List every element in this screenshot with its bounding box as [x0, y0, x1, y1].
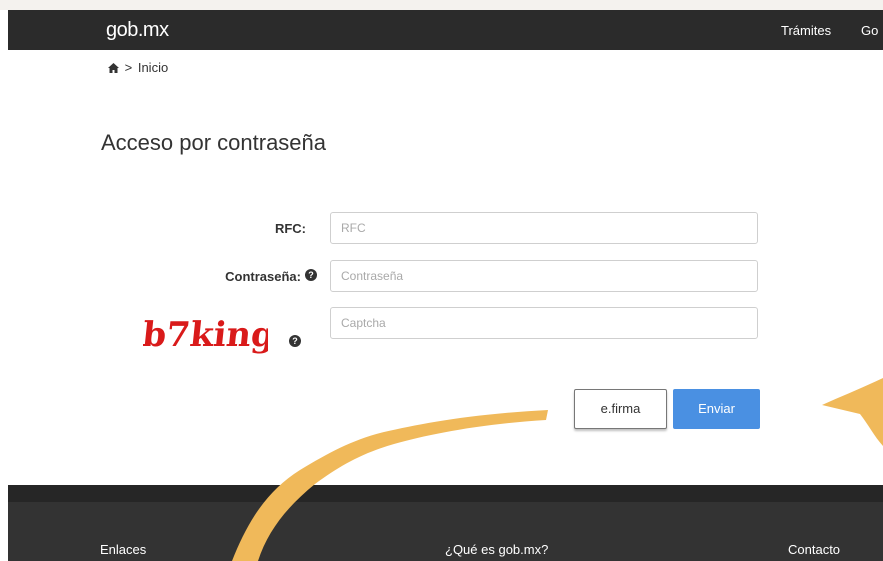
brand-logo[interactable]: gob.mx: [106, 19, 169, 42]
rfc-input[interactable]: [330, 212, 758, 244]
password-help-icon[interactable]: ?: [305, 269, 317, 281]
breadcrumb: > Inicio: [108, 60, 168, 75]
home-icon[interactable]: [108, 63, 119, 73]
efirma-button[interactable]: e.firma: [574, 389, 667, 429]
password-label: Contraseña:: [225, 269, 301, 284]
rfc-label: RFC:: [274, 221, 306, 236]
nav-link-tramites[interactable]: Trámites: [781, 23, 831, 38]
captcha-text: b7king: [143, 315, 268, 355]
footer-contacto[interactable]: Contacto: [788, 542, 840, 557]
main-content: > Inicio Acceso por contraseña RFC: Cont…: [8, 50, 883, 485]
breadcrumb-separator: >: [124, 60, 133, 75]
footer: Enlaces ¿Qué es gob.mx? Contacto: [8, 502, 883, 561]
page-title: Acceso por contraseña: [101, 130, 327, 155]
captcha-image: b7king: [143, 315, 268, 355]
frame-border: [0, 0, 883, 10]
captcha-help-icon[interactable]: ?: [289, 335, 301, 347]
captcha-input[interactable]: [330, 307, 758, 339]
breadcrumb-current[interactable]: Inicio: [138, 60, 168, 75]
nav-link-gobierno[interactable]: Go: [861, 23, 878, 38]
footer-enlaces[interactable]: Enlaces: [100, 542, 146, 557]
footer-divider: [8, 485, 883, 502]
enviar-button[interactable]: Enviar: [673, 389, 760, 429]
top-navbar: gob.mx Trámites Go: [8, 10, 883, 50]
password-input[interactable]: [330, 260, 758, 292]
footer-que-es-gobmx[interactable]: ¿Qué es gob.mx?: [445, 542, 548, 557]
